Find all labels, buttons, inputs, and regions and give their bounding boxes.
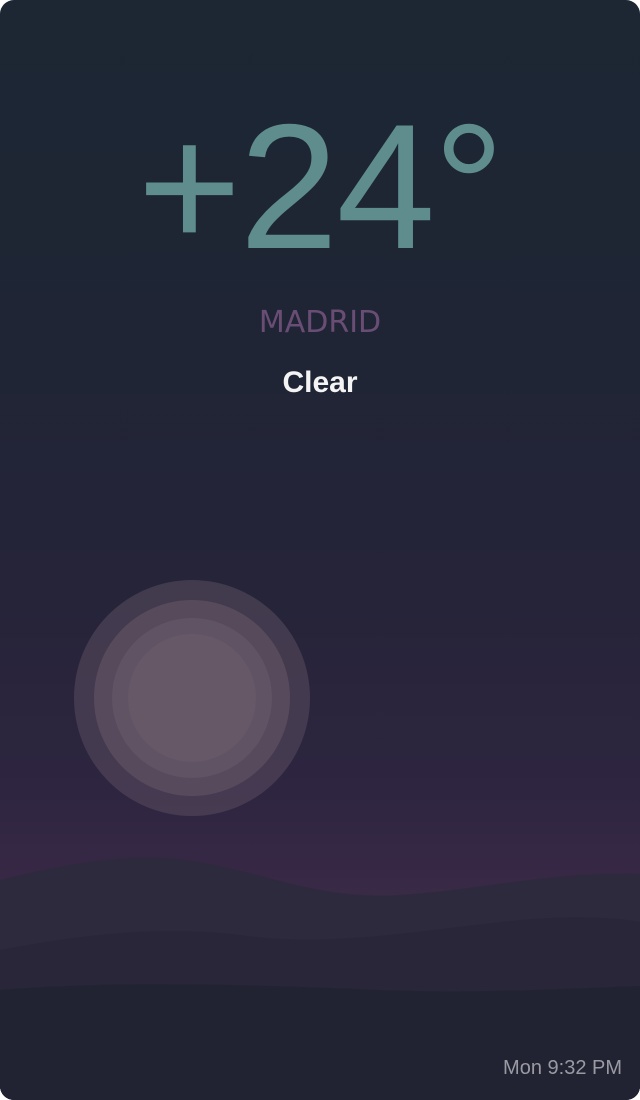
city-name: MADRID [258,305,382,340]
datetime-label: Mon 9:32 PM [503,1057,622,1079]
weather-card: +24° MADRID Clear Mon 9:32 PM [0,0,640,1100]
weather-condition: Clear [282,366,358,399]
crescent-moon-icon [72,578,312,818]
temperature-display: +24° [137,87,504,286]
